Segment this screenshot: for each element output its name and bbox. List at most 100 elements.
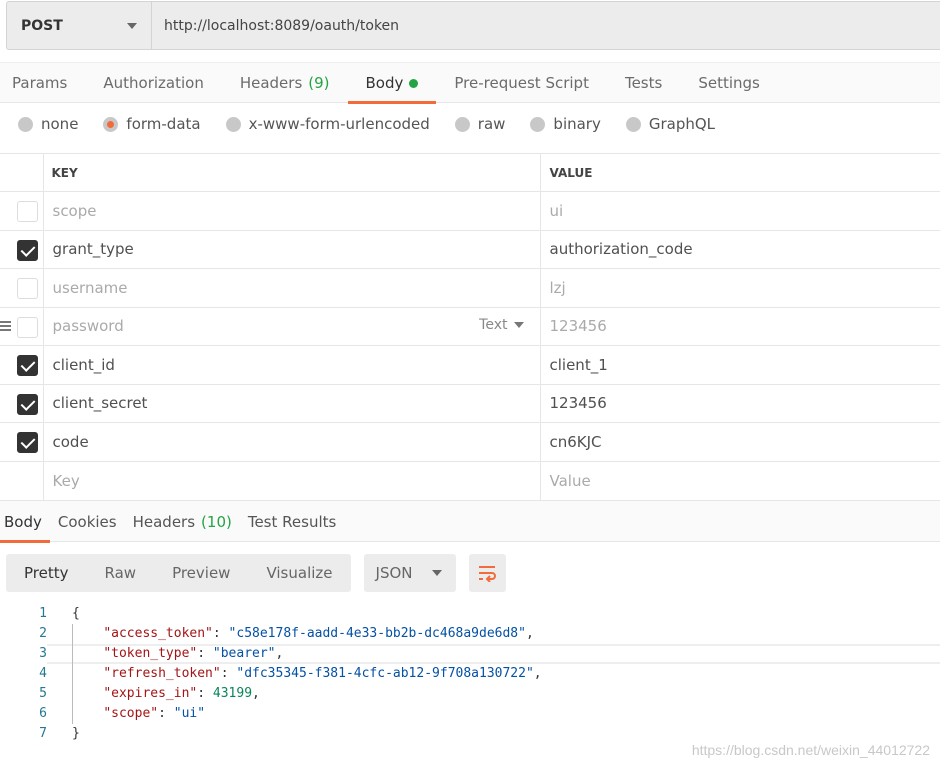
checkbox[interactable]	[17, 432, 38, 453]
tab-label: Settings	[698, 74, 760, 92]
value-input[interactable]: authorization_code	[540, 229, 940, 269]
key-text: client_id	[52, 355, 115, 374]
response-tab-body[interactable]: Body	[0, 501, 50, 543]
key-input[interactable]: grant_type	[43, 229, 541, 269]
json-string: "dfc35345-f381-4cfc-ab12-9f708a130722"	[236, 666, 534, 681]
type-label: Text	[479, 317, 508, 334]
request-tabs: Params Authorization Headers (9) Body Pre-req…	[0, 62, 940, 104]
tab-settings[interactable]: Settings	[680, 63, 778, 103]
type-select[interactable]: Text	[479, 317, 524, 334]
json-key: "token_type"	[103, 646, 198, 661]
tab-headers[interactable]: Headers (9)	[222, 63, 348, 103]
tab-label: Params	[12, 74, 68, 92]
chevron-down-icon	[431, 570, 442, 576]
json-string: "bearer"	[212, 646, 276, 661]
value-input[interactable]: client_1	[540, 345, 940, 384]
checkbox[interactable]	[17, 393, 38, 415]
line-content: "access_token": "c58e178f-aadd-4e33-bb2b…	[103, 626, 534, 641]
line-number: 2	[39, 626, 47, 641]
code-line: 1{	[0, 604, 940, 624]
radio-icon	[530, 116, 546, 132]
line-number: 3	[39, 646, 47, 661]
key-text: client_secret	[52, 394, 148, 413]
table-row: client_secret 123456	[0, 383, 940, 423]
checkbox[interactable]	[17, 355, 38, 376]
wrap-lines-button[interactable]	[468, 554, 506, 592]
tab-authorization[interactable]: Authorization	[85, 63, 221, 103]
radio-GraphQL[interactable]: GraphQL	[625, 115, 716, 133]
format-label: JSON	[375, 564, 413, 582]
url-bar: POST http://localhost:8089/oauth/token	[6, 1, 940, 50]
checkbox-cell	[0, 306, 44, 346]
response-tab-headers[interactable]: Headers (10)	[125, 501, 240, 542]
tab-label: Test Results	[247, 512, 337, 531]
checkbox[interactable]	[17, 201, 38, 222]
json-key: "expires_in"	[103, 686, 198, 701]
line-content: }	[47, 724, 940, 744]
value-input[interactable]: ui	[540, 191, 940, 230]
radio-label: GraphQL	[648, 115, 716, 133]
response-tab-test-results[interactable]: Test Results	[240, 501, 344, 542]
key-input[interactable]: password Text	[43, 306, 541, 346]
key-input[interactable]: client_secret	[43, 383, 541, 423]
checkbox[interactable]	[17, 239, 38, 261]
tab-tests[interactable]: Tests	[607, 63, 680, 103]
line-content: "scope": "ui"	[103, 706, 206, 721]
key-header: KEY	[43, 153, 541, 192]
radio-x-www-form-urlencoded[interactable]: x-www-form-urlencoded	[225, 115, 430, 133]
tab-body[interactable]: Body	[347, 63, 437, 104]
brace: }	[72, 726, 80, 741]
line-content: "refresh_token": "dfc35345-f381-4cfc-ab1…	[103, 666, 542, 681]
key-text: code	[52, 432, 89, 451]
new-row: Key Value	[0, 460, 940, 500]
tab-label: Cookies	[57, 512, 117, 531]
key-input[interactable]: username	[43, 268, 541, 307]
modified-dot-icon	[409, 78, 419, 88]
format-select[interactable]: JSON	[363, 554, 456, 592]
view-mode-visualize[interactable]: Visualize	[248, 564, 350, 582]
key-input[interactable]: client_id	[43, 345, 541, 384]
chevron-down-icon	[513, 322, 524, 329]
radio-raw[interactable]: raw	[454, 115, 505, 133]
checkbox[interactable]	[17, 278, 38, 299]
view-mode-raw[interactable]: Raw	[87, 564, 155, 582]
tab-pre-request-script[interactable]: Pre-request Script	[436, 63, 607, 103]
value-placeholder[interactable]: Value	[540, 460, 940, 500]
value-input[interactable]: cn6KJC	[540, 422, 940, 461]
radio-icon	[103, 116, 119, 132]
line-number: 5	[39, 686, 47, 701]
response-tab-cookies[interactable]: Cookies	[50, 501, 125, 542]
response-tabs: Body Cookies Headers (10) Test Results	[0, 500, 940, 543]
tab-params[interactable]: Params	[0, 63, 85, 103]
url-input[interactable]: http://localhost:8089/oauth/token	[152, 2, 399, 49]
line-number: 1	[39, 606, 47, 621]
tab-count: (10)	[201, 512, 232, 531]
view-mode-preview[interactable]: Preview	[154, 564, 248, 582]
radio-binary[interactable]: binary	[530, 115, 601, 133]
checkbox-cell	[0, 229, 44, 269]
checkbox[interactable]	[17, 316, 38, 338]
checkbox-cell	[0, 191, 44, 230]
radio-label: x-www-form-urlencoded	[248, 115, 430, 133]
json-string: "ui"	[173, 706, 206, 721]
value-input[interactable]: lzj	[540, 268, 940, 307]
view-mode-pretty[interactable]: Pretty	[6, 564, 87, 582]
chevron-down-icon	[127, 22, 137, 29]
value-input[interactable]: 123456	[540, 383, 940, 423]
method-select[interactable]: POST	[7, 2, 152, 49]
code-line: 4 "refresh_token": "dfc35345-f381-4cfc-a…	[0, 664, 940, 684]
radio-form-data[interactable]: form-data	[103, 115, 201, 133]
indent-guide	[72, 624, 73, 724]
key-input[interactable]: code	[43, 422, 541, 461]
table-row: password Text 123456	[0, 306, 940, 346]
code-line: 3 "token_type": "bearer",	[0, 644, 940, 664]
key-placeholder[interactable]: Key	[43, 460, 541, 500]
radio-none[interactable]: none	[18, 115, 78, 133]
line-number: 7	[39, 726, 47, 741]
key-input[interactable]: scope	[43, 191, 541, 230]
drag-handle-icon[interactable]	[0, 320, 11, 331]
tab-label: Headers	[132, 512, 196, 531]
table-row: client_id client_1	[0, 345, 940, 384]
json-number: 43199	[212, 686, 253, 701]
value-input[interactable]: 123456	[540, 306, 940, 346]
